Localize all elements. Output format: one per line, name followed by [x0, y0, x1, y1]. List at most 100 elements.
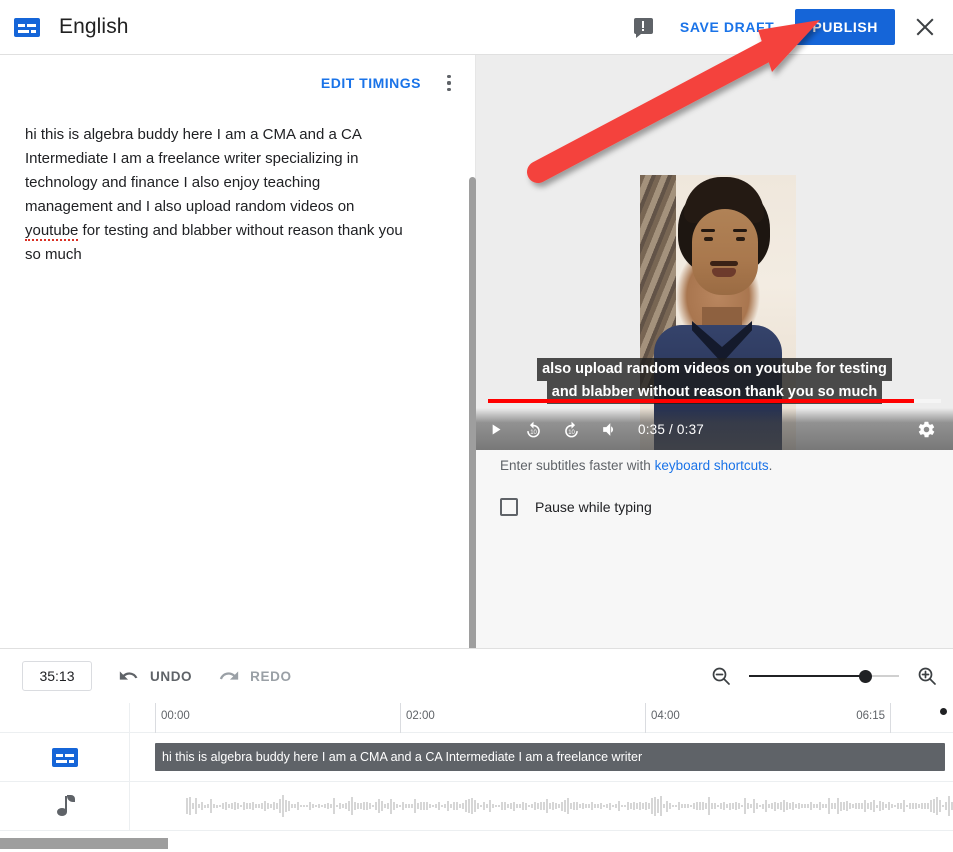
- waveform-bar: [360, 803, 362, 810]
- waveform-bar: [438, 802, 440, 809]
- play-icon[interactable]: [476, 410, 514, 448]
- volume-icon[interactable]: [590, 410, 628, 448]
- waveform-bar: [933, 799, 935, 814]
- zoom-slider[interactable]: [749, 666, 899, 686]
- waveform-bar: [348, 801, 350, 811]
- close-icon[interactable]: [913, 15, 937, 39]
- timeline-ruler[interactable]: 00:0002:0004:0006:15: [0, 703, 953, 733]
- waveform-bar: [234, 802, 236, 811]
- waveform-bar: [792, 802, 794, 810]
- waveform-bar: [420, 802, 422, 810]
- waveform-bar: [585, 804, 587, 808]
- save-draft-button[interactable]: SAVE DRAFT: [674, 11, 780, 43]
- transcript-scrollbar[interactable]: [469, 177, 476, 702]
- waveform-bar: [891, 804, 893, 808]
- language-title: English: [59, 15, 129, 39]
- waveform-bar: [918, 804, 920, 809]
- zoom-out-icon[interactable]: [709, 664, 733, 688]
- edit-timings-button[interactable]: EDIT TIMINGS: [321, 75, 421, 91]
- waveform-bar: [564, 800, 566, 812]
- waveform-bar: [522, 802, 524, 810]
- scrollbar-thumb[interactable]: [0, 838, 168, 849]
- audio-waveform[interactable]: [131, 782, 953, 830]
- waveform-bar: [333, 798, 335, 815]
- waveform-bar: [876, 805, 878, 808]
- video-progress-bar[interactable]: [488, 399, 941, 403]
- redo-button[interactable]: REDO: [218, 665, 291, 687]
- svg-text:10: 10: [568, 429, 575, 435]
- waveform-bar: [837, 798, 839, 814]
- waveform-bar: [606, 804, 608, 808]
- video-player[interactable]: also upload random videos on youtube for…: [476, 55, 953, 450]
- publish-button[interactable]: PUBLISH: [795, 9, 895, 45]
- waveform-bar: [840, 802, 842, 811]
- waveform-bar: [654, 797, 656, 816]
- waveform-bar: [822, 804, 824, 807]
- waveform-bar: [831, 803, 833, 810]
- waveform-bar: [657, 799, 659, 812]
- waveform-bar: [468, 799, 470, 813]
- waveform-bar: [642, 803, 644, 809]
- waveform-bar: [474, 800, 476, 812]
- waveform-bar: [771, 803, 773, 809]
- player-controls: 10 10 0:35 / 0:37: [476, 408, 953, 450]
- waveform-bar: [615, 804, 617, 808]
- timeline-horizontal-scrollbar[interactable]: [0, 838, 953, 849]
- waveform-bar: [930, 800, 932, 812]
- zoom-slider-thumb[interactable]: [859, 670, 872, 683]
- waveform-bar: [867, 803, 869, 809]
- waveform-bar: [873, 800, 875, 813]
- waveform-bar: [483, 802, 485, 809]
- timecode-input[interactable]: 35:13: [22, 661, 92, 691]
- waveform-bar: [843, 802, 845, 811]
- waveform-bar: [372, 805, 374, 808]
- waveform-bar: [402, 802, 404, 810]
- waveform-bar: [210, 799, 212, 813]
- waveform-bar: [936, 797, 938, 814]
- transcript-text-area[interactable]: hi this is algebra buddy here I am a CMA…: [0, 111, 440, 267]
- pause-while-typing-row: Pause while typing: [500, 498, 652, 516]
- waveform-bar: [681, 804, 683, 808]
- waveform-bar: [786, 802, 788, 810]
- waveform-bar: [204, 805, 206, 808]
- waveform-bar: [651, 798, 653, 814]
- hint-prefix: Enter subtitles faster with: [500, 458, 655, 473]
- waveform-bar: [366, 802, 368, 811]
- undo-label: UNDO: [150, 669, 192, 684]
- waveform-bar: [261, 803, 263, 809]
- waveform-bar: [807, 804, 809, 809]
- waveform-bar: [390, 799, 392, 814]
- caption-editor-window: English SAVE DRAFT PUBLISH EDIT TIMINGS …: [0, 0, 953, 852]
- audio-track-header: [0, 782, 130, 830]
- waveform-bar: [555, 803, 557, 810]
- kebab-menu-icon[interactable]: [439, 73, 459, 93]
- waveform-bar: [612, 805, 614, 808]
- waveform-bar: [327, 803, 329, 810]
- timeline-tick-label: 00:00: [161, 710, 190, 722]
- forward-10-icon[interactable]: 10: [552, 410, 590, 448]
- waveform-bar: [480, 805, 482, 808]
- undo-button[interactable]: UNDO: [118, 665, 192, 687]
- waveform-bar: [411, 804, 413, 808]
- waveform-bar: [405, 804, 407, 807]
- waveform-bar: [882, 802, 884, 810]
- zoom-in-icon[interactable]: [915, 664, 939, 688]
- waveform-bar: [426, 802, 428, 809]
- waveform-bar: [579, 804, 581, 809]
- replay-10-icon[interactable]: 10: [514, 410, 552, 448]
- feedback-exclamation-icon[interactable]: [634, 18, 653, 37]
- subtitle-track-row: hi this is algebra buddy here I am a CMA…: [0, 733, 953, 782]
- waveform-bar: [378, 799, 380, 813]
- waveform-bar: [783, 800, 785, 813]
- waveform-bar: [750, 804, 752, 808]
- waveform-bar: [279, 799, 281, 814]
- subtitle-block[interactable]: hi this is algebra buddy here I am a CMA…: [155, 743, 945, 771]
- waveform-bar: [399, 805, 401, 808]
- pause-while-typing-checkbox[interactable]: [500, 498, 518, 516]
- misspelled-word: youtube: [25, 222, 78, 241]
- waveform-bar: [573, 802, 575, 810]
- gear-icon[interactable]: [907, 410, 945, 448]
- waveform-bar: [351, 797, 353, 815]
- keyboard-shortcuts-link[interactable]: keyboard shortcuts: [655, 458, 769, 473]
- video-progress-played: [488, 399, 914, 403]
